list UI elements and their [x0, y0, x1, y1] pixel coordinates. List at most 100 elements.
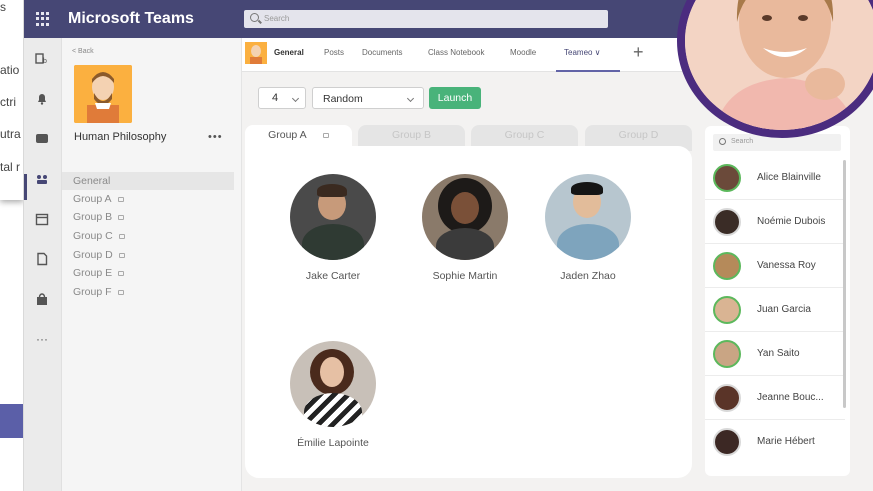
channel-item-general[interactable]: General — [62, 172, 234, 190]
channel-label: Group F — [73, 286, 112, 298]
tab-posts[interactable]: Posts — [324, 48, 344, 57]
roster-item[interactable]: Marie Hébert — [705, 420, 845, 464]
svg-text:b: b — [43, 58, 47, 65]
member-card[interactable]: Jake Carter — [273, 174, 393, 282]
more-apps-icon[interactable]: ··· — [35, 332, 49, 346]
active-tab-underline — [556, 70, 620, 72]
channel-label: Group D — [73, 249, 113, 261]
channel-label: Group B — [73, 211, 113, 223]
teams-window: s atio ctri utra tal r Microsoft Teams S… — [0, 0, 873, 491]
roster-item[interactable]: Alice Blainville — [705, 156, 845, 200]
chat-icon[interactable] — [35, 132, 49, 146]
member-name: Jaden Zhao — [560, 270, 616, 282]
roster-item[interactable]: Yan Saito — [705, 332, 845, 376]
team-avatar — [74, 65, 132, 123]
tab-general[interactable]: General — [274, 48, 304, 57]
search-input[interactable]: Search — [244, 10, 608, 28]
group-size-select[interactable]: 4 — [258, 87, 306, 109]
group-members-card: Jake Carter Sophie Martin Jaden Zhao Émi… — [245, 146, 692, 478]
lock-icon — [118, 252, 125, 258]
lock-icon — [322, 132, 329, 138]
tab-moodle[interactable]: Moodle — [510, 48, 536, 57]
channel-label: Group E — [73, 267, 113, 279]
avatar — [713, 428, 741, 456]
member-name: Émilie Lapointe — [297, 437, 369, 449]
member-card[interactable]: Jaden Zhao — [528, 174, 648, 282]
channel-thumbnail — [245, 42, 267, 64]
roster-item[interactable]: Jeanne Bouc... — [705, 376, 845, 420]
teams-activity-icon[interactable]: b — [35, 52, 49, 66]
channel-list: < Back Human Philosophy ••• General Grou… — [62, 38, 242, 491]
roster-item[interactable]: Juan Garcia — [705, 288, 845, 332]
avatar — [713, 164, 741, 192]
add-tab-button[interactable]: + — [633, 42, 644, 63]
background-text: ctri — [0, 95, 16, 109]
avatar — [290, 174, 376, 260]
lock-icon — [117, 289, 124, 295]
roster-search-placeholder: Search — [731, 138, 754, 145]
lock-icon — [118, 270, 125, 276]
files-icon[interactable] — [35, 252, 49, 266]
background-purple-bar — [0, 404, 23, 438]
calendar-icon[interactable] — [35, 212, 49, 226]
active-app-indicator — [24, 174, 27, 200]
roster-name: Vanessa Roy — [757, 260, 816, 271]
tab-teameo[interactable]: Teameo ∨ — [564, 48, 601, 57]
assignment-mode-value: Random — [323, 93, 363, 105]
tab-class-notebook[interactable]: Class Notebook — [428, 48, 484, 57]
channel-item-group-e[interactable]: Group E — [73, 267, 125, 279]
avatar — [290, 341, 376, 427]
avatar — [545, 174, 631, 260]
roster-name: Juan Garcia — [757, 304, 811, 315]
background-text: atio — [0, 63, 20, 77]
channel-label: Group A — [73, 193, 112, 205]
channel-item-group-c[interactable]: Group C — [73, 230, 125, 242]
avatar — [713, 384, 741, 412]
lock-icon — [118, 214, 125, 220]
background-text: utra — [0, 127, 21, 141]
search-icon — [250, 13, 259, 22]
search-icon — [719, 138, 726, 145]
background-text: s — [0, 0, 6, 14]
roster-name: Marie Hébert — [757, 436, 815, 447]
chevron-down-icon — [291, 94, 300, 103]
roster-name: Yan Saito — [757, 348, 800, 359]
lock-icon — [117, 196, 124, 202]
team-name[interactable]: Human Philosophy — [74, 131, 166, 143]
channel-item-group-a[interactable]: Group A — [73, 193, 124, 205]
member-name: Sophie Martin — [432, 270, 498, 282]
roster-name: Alice Blainville — [757, 172, 821, 183]
bell-icon[interactable] — [35, 92, 49, 106]
assignment-mode-select[interactable]: Random — [312, 87, 424, 109]
roster-item[interactable]: Noémie Dubois — [705, 200, 845, 244]
group-size-value: 4 — [272, 92, 279, 104]
lock-icon — [118, 233, 125, 239]
presenter-video — [677, 0, 873, 138]
roster-item[interactable]: Vanessa Roy — [705, 244, 845, 288]
app-rail: b ··· — [24, 38, 62, 491]
launch-button[interactable]: Launch — [429, 87, 481, 109]
search-placeholder: Search — [264, 14, 290, 23]
member-card[interactable]: Sophie Martin — [405, 174, 525, 282]
teams-icon[interactable] — [35, 172, 49, 186]
presenter-photo — [685, 0, 873, 130]
roster-scrollbar[interactable] — [843, 160, 846, 408]
background-window: s atio ctri utra tal r — [0, 0, 24, 491]
avatar — [713, 340, 741, 368]
channel-item-group-d[interactable]: Group D — [73, 249, 125, 261]
roster-name: Noémie Dubois — [757, 216, 826, 227]
tab-documents[interactable]: Documents — [362, 48, 402, 57]
member-card[interactable]: Émilie Lapointe — [273, 341, 393, 449]
bag-icon[interactable] — [35, 292, 49, 306]
avatar — [713, 252, 741, 280]
channel-item-group-f[interactable]: Group F — [73, 286, 124, 298]
channel-item-group-b[interactable]: Group B — [73, 211, 125, 223]
avatar — [713, 296, 741, 324]
avatar — [713, 208, 741, 236]
channel-label: Group C — [73, 230, 113, 242]
chevron-down-icon — [406, 94, 415, 103]
roster-name: Jeanne Bouc... — [757, 392, 824, 403]
team-more-button[interactable]: ••• — [208, 131, 223, 143]
app-launcher-icon[interactable] — [36, 12, 50, 26]
back-link[interactable]: < Back — [72, 48, 94, 55]
